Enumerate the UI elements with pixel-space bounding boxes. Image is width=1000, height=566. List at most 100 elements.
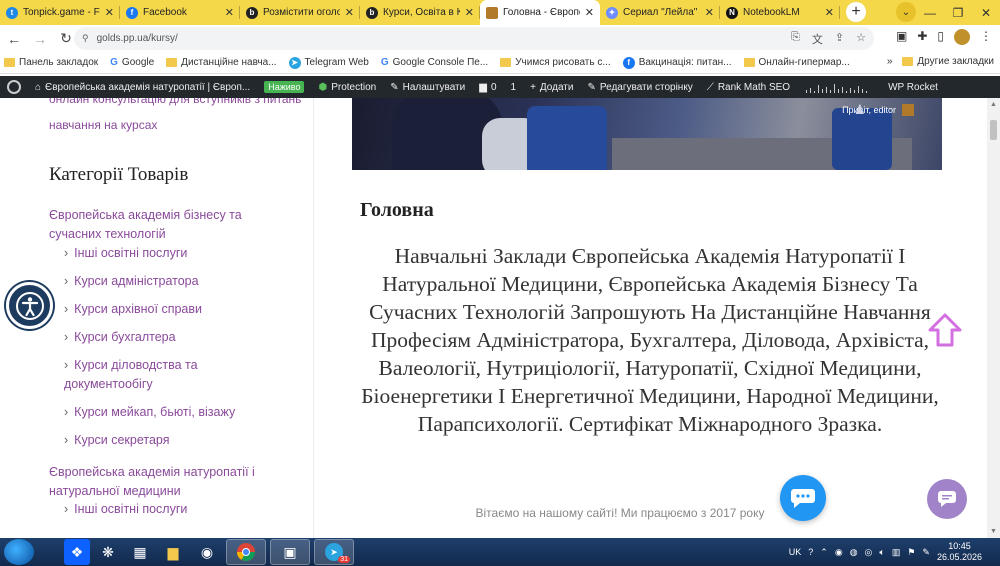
sidebar-top-link[interactable]: навчання на курсах <box>49 118 157 132</box>
wp-customize[interactable]: ✎ Налаштувати <box>383 76 472 98</box>
category-link[interactable]: Європейська академія бізнесу та сучасних… <box>49 206 269 244</box>
wp-rank-math[interactable]: ⟋ Rank Math SEO <box>700 76 797 98</box>
user-greeting[interactable]: Привіт, editor <box>842 104 914 116</box>
close-window-icon[interactable]: ✕ <box>972 0 1000 25</box>
pen-icon[interactable]: ✎ <box>922 547 930 558</box>
page-scrollbar[interactable]: ▲ ▼ <box>987 98 1000 538</box>
window-taskbar-icon[interactable]: ▣ <box>270 539 310 565</box>
bookmark-item[interactable]: G Google <box>110 57 154 68</box>
wp-protection[interactable]: ⬢ Protection <box>311 76 383 98</box>
browser-tab[interactable]: f Facebook ✕ <box>120 0 240 25</box>
share-icon[interactable]: ⇪ <box>835 31 844 47</box>
close-tab-icon[interactable]: ✕ <box>225 6 234 19</box>
dropbox-taskbar-icon[interactable]: ❖ <box>64 539 90 565</box>
category-link[interactable]: Курси адміністратора <box>64 272 264 291</box>
bookmarks-more-button[interactable]: » <box>887 56 893 67</box>
close-tab-icon[interactable]: ✕ <box>705 6 714 19</box>
bookmark-item[interactable]: G Google Console Пе... <box>381 57 488 68</box>
extensions-puzzle-icon[interactable]: ✚ <box>917 29 927 45</box>
intro-text: Навчальні Заклади Європейська Академія Н… <box>361 244 939 436</box>
browser-tab-active[interactable]: Головна - Європе ✕ <box>480 0 600 25</box>
start-button[interactable] <box>4 539 34 565</box>
app-taskbar-icon[interactable]: ❋ <box>94 539 122 565</box>
site-info-icon[interactable]: ⚲ <box>82 33 89 44</box>
category-link[interactable]: Курси діловодства та документообігу <box>64 356 224 394</box>
extension-icon[interactable]: ▣ <box>896 29 907 45</box>
scroll-down-arrow-icon[interactable]: ▼ <box>990 528 997 535</box>
flag-icon[interactable]: ⚑ <box>907 547 915 558</box>
category-link[interactable]: Європейська академія натуропатії і натур… <box>49 463 279 501</box>
wp-comments[interactable]: ▆ 0 <box>472 76 503 98</box>
browser-tab[interactable]: ✦ Сериал "Лейла" - ✕ <box>600 0 720 25</box>
other-bookmarks[interactable]: Другие закладки <box>902 56 994 67</box>
wp-rocket[interactable]: WP Rocket <box>881 76 945 98</box>
browser-tab[interactable]: b Курси, Освіта в К ✕ <box>360 0 480 25</box>
tab-search-chevron-icon[interactable]: ⌄ <box>896 2 916 22</box>
tray-app-icon[interactable]: ◍ <box>850 547 858 558</box>
accessibility-button[interactable] <box>6 282 53 329</box>
wp-updates[interactable]: 1 <box>504 76 524 98</box>
telegram-taskbar-icon[interactable]: ➤ 31 <box>314 539 354 565</box>
close-tab-icon[interactable]: ✕ <box>585 6 594 19</box>
chrome-icon <box>237 543 255 562</box>
explorer-taskbar-icon[interactable]: ▆ <box>158 539 188 565</box>
help-icon[interactable]: ? <box>808 547 813 557</box>
system-clock[interactable]: 10:45 26.05.2026 <box>937 541 982 563</box>
tray-chevron-icon[interactable]: ⌃ <box>820 547 828 558</box>
wp-stats-graph[interactable] <box>797 76 881 98</box>
bookmark-item[interactable]: Дистанційне навча... <box>166 57 277 68</box>
bookmark-item[interactable]: Онлайн-гипермар... <box>743 57 850 68</box>
chat-widget-button[interactable] <box>780 475 826 521</box>
side-panel-icon[interactable]: ▯ <box>937 29 944 45</box>
wp-live-badge[interactable]: Наживо <box>257 76 311 98</box>
category-link[interactable]: Курси бухгалтера <box>64 328 264 347</box>
extension-icons: ▣ ✚ ▯ ⋮ <box>896 29 992 45</box>
speaker-icon[interactable]: 🔈︎ <box>879 547 884 558</box>
scrollbar-thumb[interactable] <box>990 120 997 140</box>
windows-taskbar: ❖ ❋ ▦ ▆ ◉ ▣ ➤ 31 UK ? ⌃ ◉ ◍ ◎ 🔈︎ ▥ ⚑ ✎ 1… <box>0 538 1000 566</box>
close-tab-icon[interactable]: ✕ <box>105 6 114 19</box>
wp-logo-menu[interactable] <box>0 76 28 98</box>
bookmark-item[interactable]: f Вакцинація: питан... <box>622 56 732 69</box>
tray-app-icon[interactable]: ◉ <box>835 547 843 558</box>
network-icon[interactable]: ▥ <box>892 547 901 558</box>
bookmark-star-icon[interactable]: ☆ <box>856 31 866 47</box>
category-link[interactable]: Інші освітні послуги <box>64 244 264 263</box>
profile-avatar[interactable] <box>954 29 970 45</box>
sidebar-top-link[interactable]: онлайн консультацію для вступників з пит… <box>49 98 301 106</box>
address-bar[interactable]: ⚲ golds.pp.ua/kursy/ ⎘ 文 ⇪ ☆ <box>74 27 874 50</box>
language-indicator[interactable]: UK <box>789 547 802 557</box>
browser-tab[interactable]: N NotebookLM ✕ <box>720 0 840 25</box>
wp-add-new[interactable]: + Додати <box>523 76 580 98</box>
browser-menu-icon[interactable]: ⋮ <box>980 29 992 45</box>
new-tab-button[interactable]: + <box>846 2 866 22</box>
messenger-button[interactable] <box>927 479 967 519</box>
category-link[interactable]: Курси мейкап, бьюті, візажу <box>64 403 264 422</box>
close-tab-icon[interactable]: ✕ <box>345 6 354 19</box>
translate-icon[interactable]: 文 <box>812 31 823 47</box>
forward-icon[interactable]: → <box>28 27 52 51</box>
user-account-icon[interactable]: ♟ <box>854 102 868 118</box>
browser-tab[interactable]: b Розмістити оголо ✕ <box>240 0 360 25</box>
minimize-icon[interactable]: — <box>916 0 944 25</box>
wp-site-name[interactable]: ⌂ Європейська академія натуропатії | Євро… <box>28 76 257 98</box>
calculator-taskbar-icon[interactable]: ▦ <box>126 539 154 565</box>
media-taskbar-icon[interactable]: ◉ <box>192 539 222 565</box>
maximize-icon[interactable]: ❐ <box>944 0 972 25</box>
bookmark-item[interactable]: Учимся рисовать с... <box>500 57 611 68</box>
category-link[interactable]: Інші освітні послуги <box>64 500 264 519</box>
wp-edit-page[interactable]: ✎ Редагувати сторінку <box>580 76 699 98</box>
chrome-taskbar-icon[interactable] <box>226 539 266 565</box>
bookmark-item[interactable]: ➤ Telegram Web <box>288 56 369 69</box>
close-tab-icon[interactable]: ✕ <box>825 6 834 19</box>
back-icon[interactable]: ← <box>2 27 26 51</box>
tray-app-icon[interactable]: ◎ <box>865 547 873 558</box>
scroll-up-arrow-icon[interactable]: ▲ <box>990 101 997 108</box>
scroll-to-top-arrow-icon[interactable] <box>926 311 964 349</box>
install-app-icon[interactable]: ⎘ <box>791 31 800 47</box>
category-link[interactable]: Курси секретаря <box>64 431 264 450</box>
close-tab-icon[interactable]: ✕ <box>465 6 474 19</box>
category-link[interactable]: Курси архівної справи <box>64 300 264 319</box>
browser-tab[interactable]: t Tonpick.game - Fo ✕ <box>0 0 120 25</box>
bookmark-item[interactable]: Панель закладок <box>4 57 98 68</box>
